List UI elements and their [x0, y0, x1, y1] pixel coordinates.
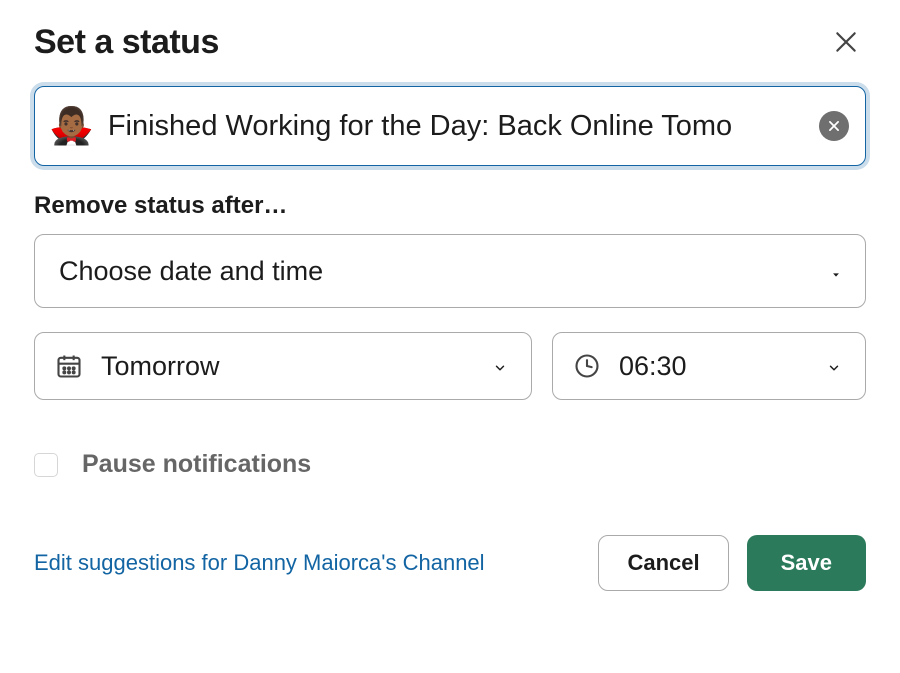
save-button[interactable]: Save: [747, 535, 866, 591]
duration-select[interactable]: Choose date and time: [34, 234, 866, 308]
clear-status-button[interactable]: [819, 111, 849, 141]
dialog-title: Set a status: [34, 23, 219, 62]
date-value: Tomorrow: [101, 351, 475, 382]
cancel-button[interactable]: Cancel: [598, 535, 728, 591]
clear-icon: [827, 119, 841, 133]
status-emoji-icon[interactable]: 🧛🏾‍♂️: [49, 108, 94, 144]
pause-notifications-label: Pause notifications: [82, 450, 311, 479]
clock-icon: [573, 352, 601, 380]
status-input[interactable]: 🧛🏾‍♂️ Finished Working for the Day: Back…: [34, 86, 866, 166]
edit-suggestions-link[interactable]: Edit suggestions for Danny Maiorca's Cha…: [34, 550, 485, 576]
status-text-field[interactable]: Finished Working for the Day: Back Onlin…: [108, 110, 805, 143]
time-select[interactable]: 06:30: [552, 332, 866, 400]
remove-after-label: Remove status after…: [34, 192, 866, 220]
pause-notifications-checkbox[interactable]: [34, 453, 58, 477]
chevron-down-icon: [831, 256, 841, 287]
calendar-icon: [55, 352, 83, 380]
chevron-down-icon: [827, 351, 841, 382]
chevron-down-icon: [493, 351, 507, 382]
close-icon: [833, 29, 859, 55]
time-value: 06:30: [619, 351, 809, 382]
duration-value: Choose date and time: [59, 256, 813, 287]
close-button[interactable]: [826, 22, 866, 62]
date-select[interactable]: Tomorrow: [34, 332, 532, 400]
